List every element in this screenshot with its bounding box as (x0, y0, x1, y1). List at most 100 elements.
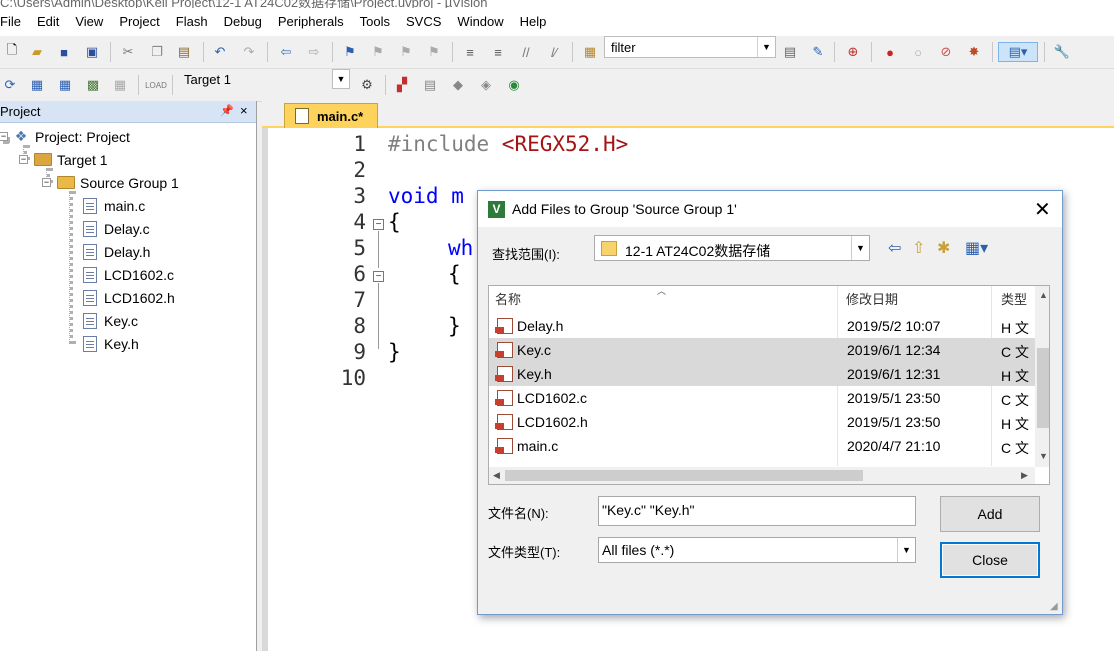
stop-build-icon[interactable]: ▦ (110, 75, 130, 95)
tree-source-group[interactable]: Source Group 1 (57, 171, 179, 194)
target-options-icon[interactable]: ⚙ (357, 75, 377, 95)
configure-icon[interactable]: 🔧 (1052, 42, 1072, 62)
file-row-key-h[interactable]: Key.h 2019/6/1 12:31 H 文 (489, 362, 1035, 386)
tree-file-lcd1602-h[interactable]: LCD1602.h (81, 286, 175, 309)
save-all-icon[interactable]: ▣ (82, 42, 102, 62)
find-icon[interactable]: ▤ (780, 42, 800, 62)
vertical-scrollbar[interactable]: ▲ ▼ (1035, 286, 1049, 467)
translate-icon[interactable]: ⟳ (0, 75, 20, 95)
look-in-combo[interactable]: 12-1 AT24C02数据存储 ▼ (594, 235, 870, 261)
select-packs-icon[interactable]: ▤ (420, 75, 440, 95)
tree-file-delay-c[interactable]: Delay.c (81, 217, 150, 240)
chevron-down-icon[interactable]: ▼ (757, 37, 775, 57)
save-icon[interactable]: ■ (54, 42, 74, 62)
menu-flash[interactable]: Flash (168, 8, 216, 36)
uncomment-icon[interactable]: /⁄ (544, 42, 564, 62)
disable-breakpoint-icon[interactable]: ○ (908, 42, 928, 62)
close-icon[interactable]: ✕ (1034, 197, 1051, 222)
navigate-back-icon[interactable]: ⇦ (276, 42, 296, 62)
scroll-thumb[interactable] (505, 470, 863, 481)
paste-icon[interactable]: ▤ (174, 42, 194, 62)
download-icon[interactable]: LOAD (145, 75, 167, 95)
column-header-date[interactable]: 修改日期 (846, 286, 898, 314)
tree-file-lcd1602-c[interactable]: LCD1602.c (81, 263, 174, 286)
close-icon[interactable]: × (240, 103, 248, 118)
undo-icon[interactable]: ↶ (210, 42, 230, 62)
find-in-files-icon[interactable]: ▦ (580, 42, 600, 62)
menu-help[interactable]: Help (512, 8, 555, 36)
resize-grip-icon[interactable]: ◢ (1050, 601, 1058, 612)
debug-session-icon[interactable]: ⊕ (843, 42, 863, 62)
manage-runtime-icon[interactable]: ◆ (448, 75, 468, 95)
next-bookmark-icon[interactable]: ⚑ (396, 42, 416, 62)
batch-build-icon[interactable]: ▩ (83, 75, 103, 95)
unindent-icon[interactable]: ≡ (488, 42, 508, 62)
multi-project-icon[interactable]: ◉ (504, 75, 524, 95)
copy-icon[interactable]: ❐ (147, 42, 167, 62)
kill-breakpoints-icon[interactable]: ✸ (964, 42, 984, 62)
view-menu-icon[interactable]: ▦▾ (965, 238, 988, 258)
fold-toggle[interactable]: − (373, 219, 384, 230)
disable-all-breakpoints-icon[interactable]: ⊘ (936, 42, 956, 62)
collapse-target-toggle[interactable]: − (19, 155, 28, 164)
rebuild-icon[interactable]: ▦ (55, 75, 75, 95)
file-row-main-c[interactable]: main.c 2020/4/7 21:10 C 文 (489, 434, 1035, 458)
target-combo[interactable]: Target 1 ▼ (178, 69, 350, 91)
chevron-down-icon[interactable]: ▼ (332, 69, 350, 89)
close-button[interactable]: Close (940, 542, 1040, 578)
fold-toggle[interactable]: − (373, 271, 384, 282)
tab-main-c[interactable]: main.c* (284, 103, 378, 128)
prev-bookmark-icon[interactable]: ⚑ (368, 42, 388, 62)
menu-window[interactable]: Window (449, 8, 511, 36)
add-button[interactable]: Add (940, 496, 1040, 532)
horizontal-scrollbar[interactable]: ◀ ▶ (489, 467, 1035, 484)
clear-bookmarks-icon[interactable]: ⚑ (424, 42, 444, 62)
scroll-thumb[interactable] (1037, 348, 1049, 428)
breakpoint-icon[interactable]: ● (880, 42, 900, 62)
collapse-project-toggle[interactable]: − (0, 132, 8, 141)
up-folder-icon[interactable]: ⇧ (912, 238, 925, 258)
collapse-group-toggle[interactable]: − (42, 178, 51, 187)
open-folder-icon[interactable]: ▰ (27, 42, 47, 62)
file-row-key-c[interactable]: Key.c 2019/6/1 12:34 C 文 (489, 338, 1035, 362)
find-combo[interactable]: filter ▼ (604, 36, 776, 58)
new-file-icon[interactable]: 🗋 (2, 42, 22, 62)
menu-project[interactable]: Project (111, 8, 167, 36)
incremental-find-icon[interactable]: ✎ (808, 42, 828, 62)
scroll-down-icon[interactable]: ▼ (1039, 451, 1048, 461)
scroll-right-icon[interactable]: ▶ (1021, 470, 1028, 481)
file-row-lcd1602-h[interactable]: LCD1602.h 2019/5/1 23:50 H 文 (489, 410, 1035, 434)
column-header-type[interactable]: 类型 (1001, 286, 1027, 314)
file-row-delay-h[interactable]: Delay.h 2019/5/2 10:07 H 文 (489, 314, 1035, 338)
menu-peripherals[interactable]: Peripherals (270, 8, 352, 36)
window-layout-icon[interactable]: ▤▾ (998, 42, 1038, 62)
menu-tools[interactable]: Tools (352, 8, 398, 36)
indent-icon[interactable]: ≡ (460, 42, 480, 62)
column-header-name[interactable]: 名称 (495, 286, 521, 314)
build-icon[interactable]: ▦ (27, 75, 47, 95)
comment-icon[interactable]: // (516, 42, 536, 62)
filetype-select[interactable]: All files (*.*) ▼ (598, 537, 916, 563)
navigate-forward-icon[interactable]: ⇨ (304, 42, 324, 62)
file-row-lcd1602-c[interactable]: LCD1602.c 2019/5/1 23:50 C 文 (489, 386, 1035, 410)
tree-target[interactable]: Target 1 (34, 148, 108, 171)
cut-icon[interactable]: ✂ (118, 42, 138, 62)
menu-view[interactable]: View (67, 8, 111, 36)
tree-file-key-h[interactable]: Key.h (81, 332, 139, 355)
menu-debug[interactable]: Debug (216, 8, 270, 36)
manage-project-items-icon[interactable]: ▞ (392, 75, 412, 95)
chevron-down-icon[interactable]: ▼ (897, 538, 915, 562)
back-arrow-icon[interactable]: ⇦ (888, 238, 901, 258)
chevron-down-icon[interactable]: ▼ (851, 236, 869, 260)
menu-edit[interactable]: Edit (29, 8, 67, 36)
scroll-up-icon[interactable]: ▲ (1039, 290, 1048, 300)
tree-file-main-c[interactable]: main.c (81, 194, 145, 217)
menu-file[interactable]: File (0, 8, 29, 36)
pin-icon[interactable]: 📌 (220, 104, 234, 117)
scroll-left-icon[interactable]: ◀ (493, 470, 500, 481)
bookmark-icon[interactable]: ⚑ (340, 42, 360, 62)
menu-svcs[interactable]: SVCS (398, 8, 449, 36)
tree-project[interactable]: ❖ Project: Project (12, 125, 130, 148)
filename-input[interactable]: "Key.c" "Key.h" (598, 496, 916, 526)
tree-file-key-c[interactable]: Key.c (81, 309, 138, 332)
